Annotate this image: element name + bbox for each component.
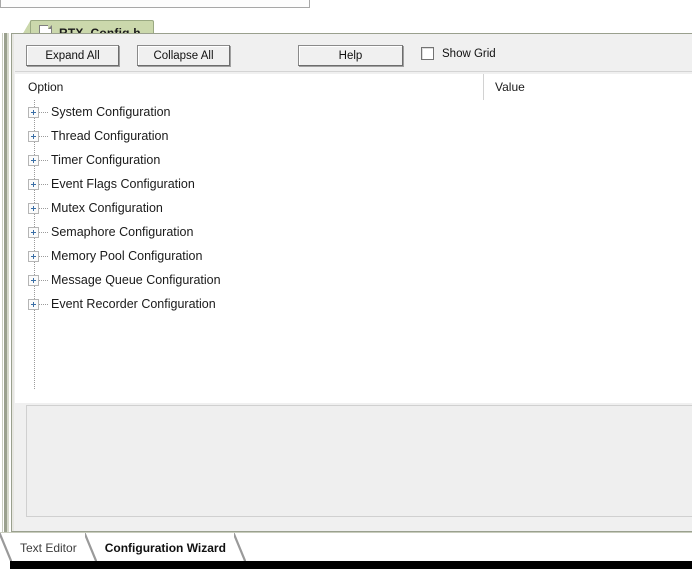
tree-connector-line [39, 183, 49, 185]
column-header-value[interactable]: Value [483, 74, 525, 100]
tree-connector-line [39, 279, 49, 281]
plus-box-icon[interactable] [28, 298, 39, 310]
column-header-option[interactable]: Option [28, 74, 63, 100]
gutter-stripe-outer [2, 33, 3, 532]
table-row[interactable]: System Configuration [15, 100, 692, 124]
frame-inner-edge [12, 34, 14, 531]
wizard-toolbar: Expand All Collapse All Help Show Grid [15, 35, 692, 72]
tab-separator-icon [233, 533, 246, 562]
tree-item-label: Memory Pool Configuration [51, 249, 203, 263]
configuration-tree: System Configuration Thread Configuratio… [15, 100, 692, 403]
show-grid-label: Show Grid [442, 47, 496, 60]
table-row[interactable]: Mutex Configuration [15, 196, 692, 220]
tree-connector-line [39, 255, 49, 257]
plus-box-icon[interactable] [28, 130, 39, 142]
tree-connector-line [39, 159, 49, 161]
table-row[interactable]: Memory Pool Configuration [15, 244, 692, 268]
expand-all-button[interactable]: Expand All [26, 45, 119, 66]
tab-separator-icon [0, 533, 12, 562]
bottom-bar-left-notch [0, 561, 10, 569]
table-column-header: Option Value [15, 74, 692, 101]
tree-connector-line [39, 303, 49, 305]
table-row[interactable]: Thread Configuration [15, 124, 692, 148]
tree-connector-line [39, 231, 49, 233]
tree-item-label: Semaphore Configuration [51, 225, 194, 239]
partial-panel-above-tab [0, 0, 310, 8]
plus-box-icon[interactable] [28, 154, 39, 166]
table-row[interactable]: Semaphore Configuration [15, 220, 692, 244]
show-grid-checkbox[interactable]: Show Grid [421, 47, 496, 60]
tree-item-label: Timer Configuration [51, 153, 161, 167]
collapse-all-button[interactable]: Collapse All [137, 45, 230, 66]
plus-box-icon[interactable] [28, 226, 39, 238]
tree-item-label: Event Recorder Configuration [51, 297, 216, 311]
gutter-stripe-inner [7, 33, 9, 532]
plus-box-icon[interactable] [28, 202, 39, 214]
configuration-wizard-panel: Expand All Collapse All Help Show Grid O… [11, 33, 692, 532]
view-tab-bar: Text Editor Configuration Wizard [0, 532, 692, 562]
table-row[interactable]: Message Queue Configuration [15, 268, 692, 292]
plus-box-icon[interactable] [28, 274, 39, 286]
tree-connector-line [39, 111, 49, 113]
bottom-black-bar [0, 561, 692, 569]
table-row[interactable]: Timer Configuration [15, 148, 692, 172]
help-button[interactable]: Help [298, 45, 403, 66]
plus-box-icon[interactable] [28, 178, 39, 190]
tab-text-editor[interactable]: Text Editor [12, 533, 85, 562]
tree-item-label: Message Queue Configuration [51, 273, 221, 287]
tab-separator-icon [84, 533, 97, 562]
plus-box-icon[interactable] [28, 106, 39, 118]
table-row[interactable]: Event Recorder Configuration [15, 292, 692, 316]
tab-configuration-wizard[interactable]: Configuration Wizard [97, 533, 234, 562]
checkbox-box-icon[interactable] [421, 47, 434, 60]
plus-box-icon[interactable] [28, 250, 39, 262]
tree-item-label: Thread Configuration [51, 129, 169, 143]
document-tab-strip: RTX_Config.h [0, 10, 692, 44]
table-row[interactable]: Event Flags Configuration [15, 172, 692, 196]
tree-connector-line [39, 135, 49, 137]
description-panel [26, 405, 692, 517]
window-left-gutter [0, 33, 11, 532]
tree-item-label: System Configuration [51, 105, 171, 119]
tree-item-label: Event Flags Configuration [51, 177, 195, 191]
tree-connector-line [39, 207, 49, 209]
tree-item-label: Mutex Configuration [51, 201, 163, 215]
